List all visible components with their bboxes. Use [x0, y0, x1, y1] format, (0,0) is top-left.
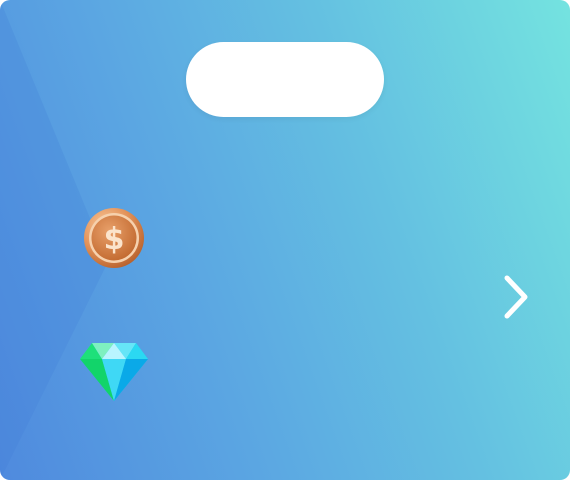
chevron-right-icon [504, 275, 528, 319]
title-label [186, 42, 384, 117]
diamond-icon [80, 341, 148, 401]
title-pill [186, 42, 384, 117]
coin-icon: $ [83, 207, 145, 269]
svg-text:$: $ [104, 222, 125, 257]
reward-card: $ [0, 0, 570, 480]
next-button[interactable] [494, 270, 538, 324]
